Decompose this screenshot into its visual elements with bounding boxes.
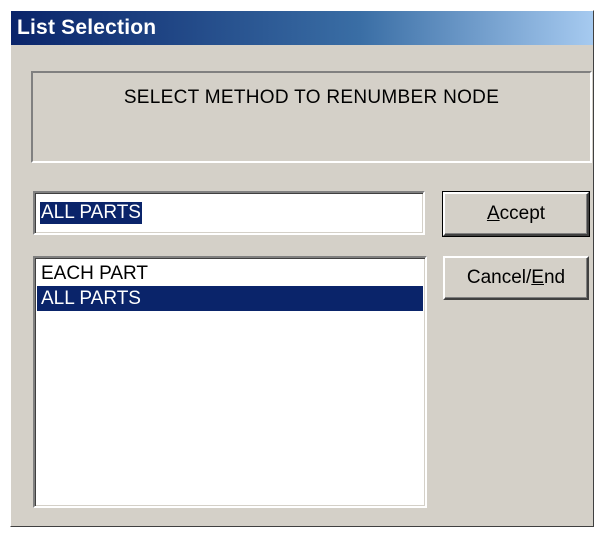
list-selection-dialog: List Selection SELECT METHOD TO RENUMBER…: [10, 10, 594, 527]
cancel-label-rest: nd: [543, 267, 566, 288]
prompt-panel: SELECT METHOD TO RENUMBER NODE: [31, 71, 592, 163]
window-title: List Selection: [17, 16, 157, 39]
title-bar[interactable]: List Selection: [11, 11, 593, 45]
selection-input[interactable]: ALL PARTS: [33, 191, 425, 235]
accept-button[interactable]: Accept: [442, 191, 590, 237]
list-item-label: EACH PART: [41, 263, 148, 284]
cancel-mnemonic: E: [531, 267, 544, 288]
cancel-label-pre: Cancel/: [466, 267, 532, 288]
selection-input-value: ALL PARTS: [40, 202, 142, 224]
list-item-each-part[interactable]: EACH PART: [37, 261, 423, 286]
method-listbox[interactable]: EACH PART ALL PARTS: [33, 256, 427, 508]
cancel-end-button[interactable]: Cancel/End: [443, 256, 589, 300]
list-item-all-parts[interactable]: ALL PARTS: [37, 286, 423, 311]
accept-mnemonic: A: [486, 203, 500, 224]
accept-label-rest: ccept: [499, 203, 546, 224]
list-item-label: ALL PARTS: [41, 288, 141, 309]
prompt-text: SELECT METHOD TO RENUMBER NODE: [123, 87, 500, 108]
